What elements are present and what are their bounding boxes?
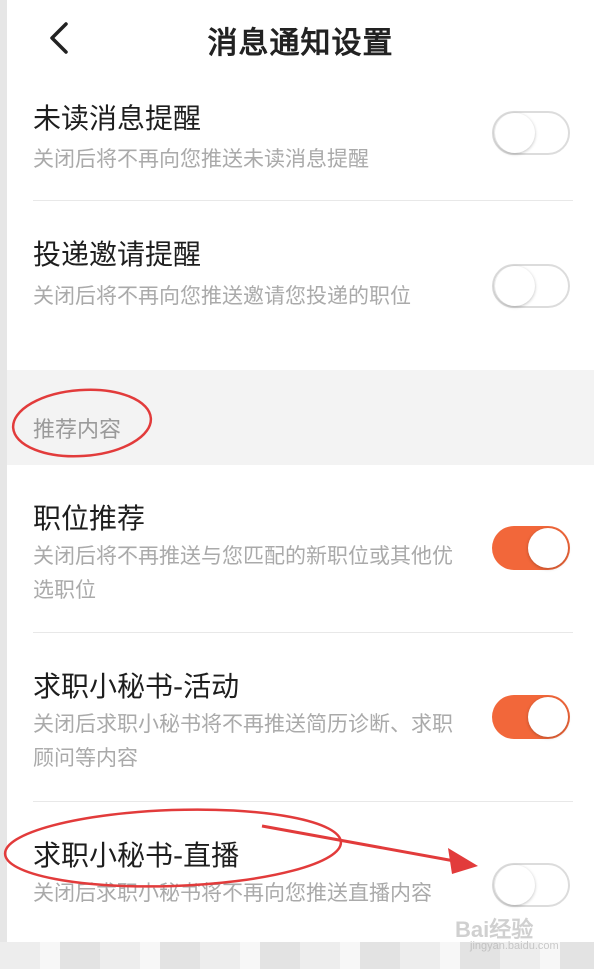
toggle-knob [495, 266, 535, 306]
setting-title: 未读消息提醒 [33, 102, 202, 135]
setting-description: 关闭后将不再推送与您匹配的新职位或其他优选职位 [33, 544, 453, 602]
setting-row-job-recommend: 职位推荐 关闭后将不再推送与您匹配的新职位或其他优选职位 [7, 465, 594, 632]
toggle-knob [495, 113, 535, 153]
setting-description: 关闭后将不再向您推送未读消息提醒 [33, 147, 369, 171]
toggle-switch-secretary-live[interactable] [492, 863, 570, 907]
setting-description: 关闭后将不再向您推送邀请您投递的职位 [33, 284, 411, 308]
toggle-knob [528, 528, 568, 568]
section-label: 推荐内容 [33, 418, 122, 443]
left-edge-strip [0, 0, 7, 969]
section-header-recommended: 推荐内容 [7, 370, 594, 465]
setting-title: 求职小秘书-直播 [33, 839, 240, 872]
toggle-switch-unread-reminder[interactable] [492, 111, 570, 155]
toggle-switch-secretary-activity[interactable] [492, 695, 570, 739]
header-bar: 消息通知设置 [7, 0, 594, 80]
setting-row-invite-reminder: 投递邀请提醒 关闭后将不再向您推送邀请您投递的职位 [7, 201, 594, 370]
setting-row-secretary-activity: 求职小秘书-活动 关闭后求职小秘书将不再推送简历诊断、求职顾问等内容 [7, 633, 594, 801]
toggle-knob [495, 865, 535, 905]
toggle-switch-invite-reminder[interactable] [492, 264, 570, 308]
setting-title: 投递邀请提醒 [33, 238, 202, 271]
page-title: 消息通知设置 [207, 26, 394, 61]
watermark-url: jingyan.baidu.com [470, 940, 559, 952]
setting-title: 职位推荐 [33, 502, 146, 535]
setting-description: 关闭后求职小秘书将不再推送简历诊断、求职顾问等内容 [33, 712, 453, 770]
toggle-knob [528, 697, 568, 737]
setting-title: 求职小秘书-活动 [33, 670, 240, 703]
setting-description: 关闭后求职小秘书将不再向您推送直播内容 [33, 881, 432, 905]
toggle-switch-job-recommend[interactable] [492, 526, 570, 570]
setting-row-unread-reminder: 未读消息提醒 关闭后将不再向您推送未读消息提醒 [7, 80, 594, 200]
